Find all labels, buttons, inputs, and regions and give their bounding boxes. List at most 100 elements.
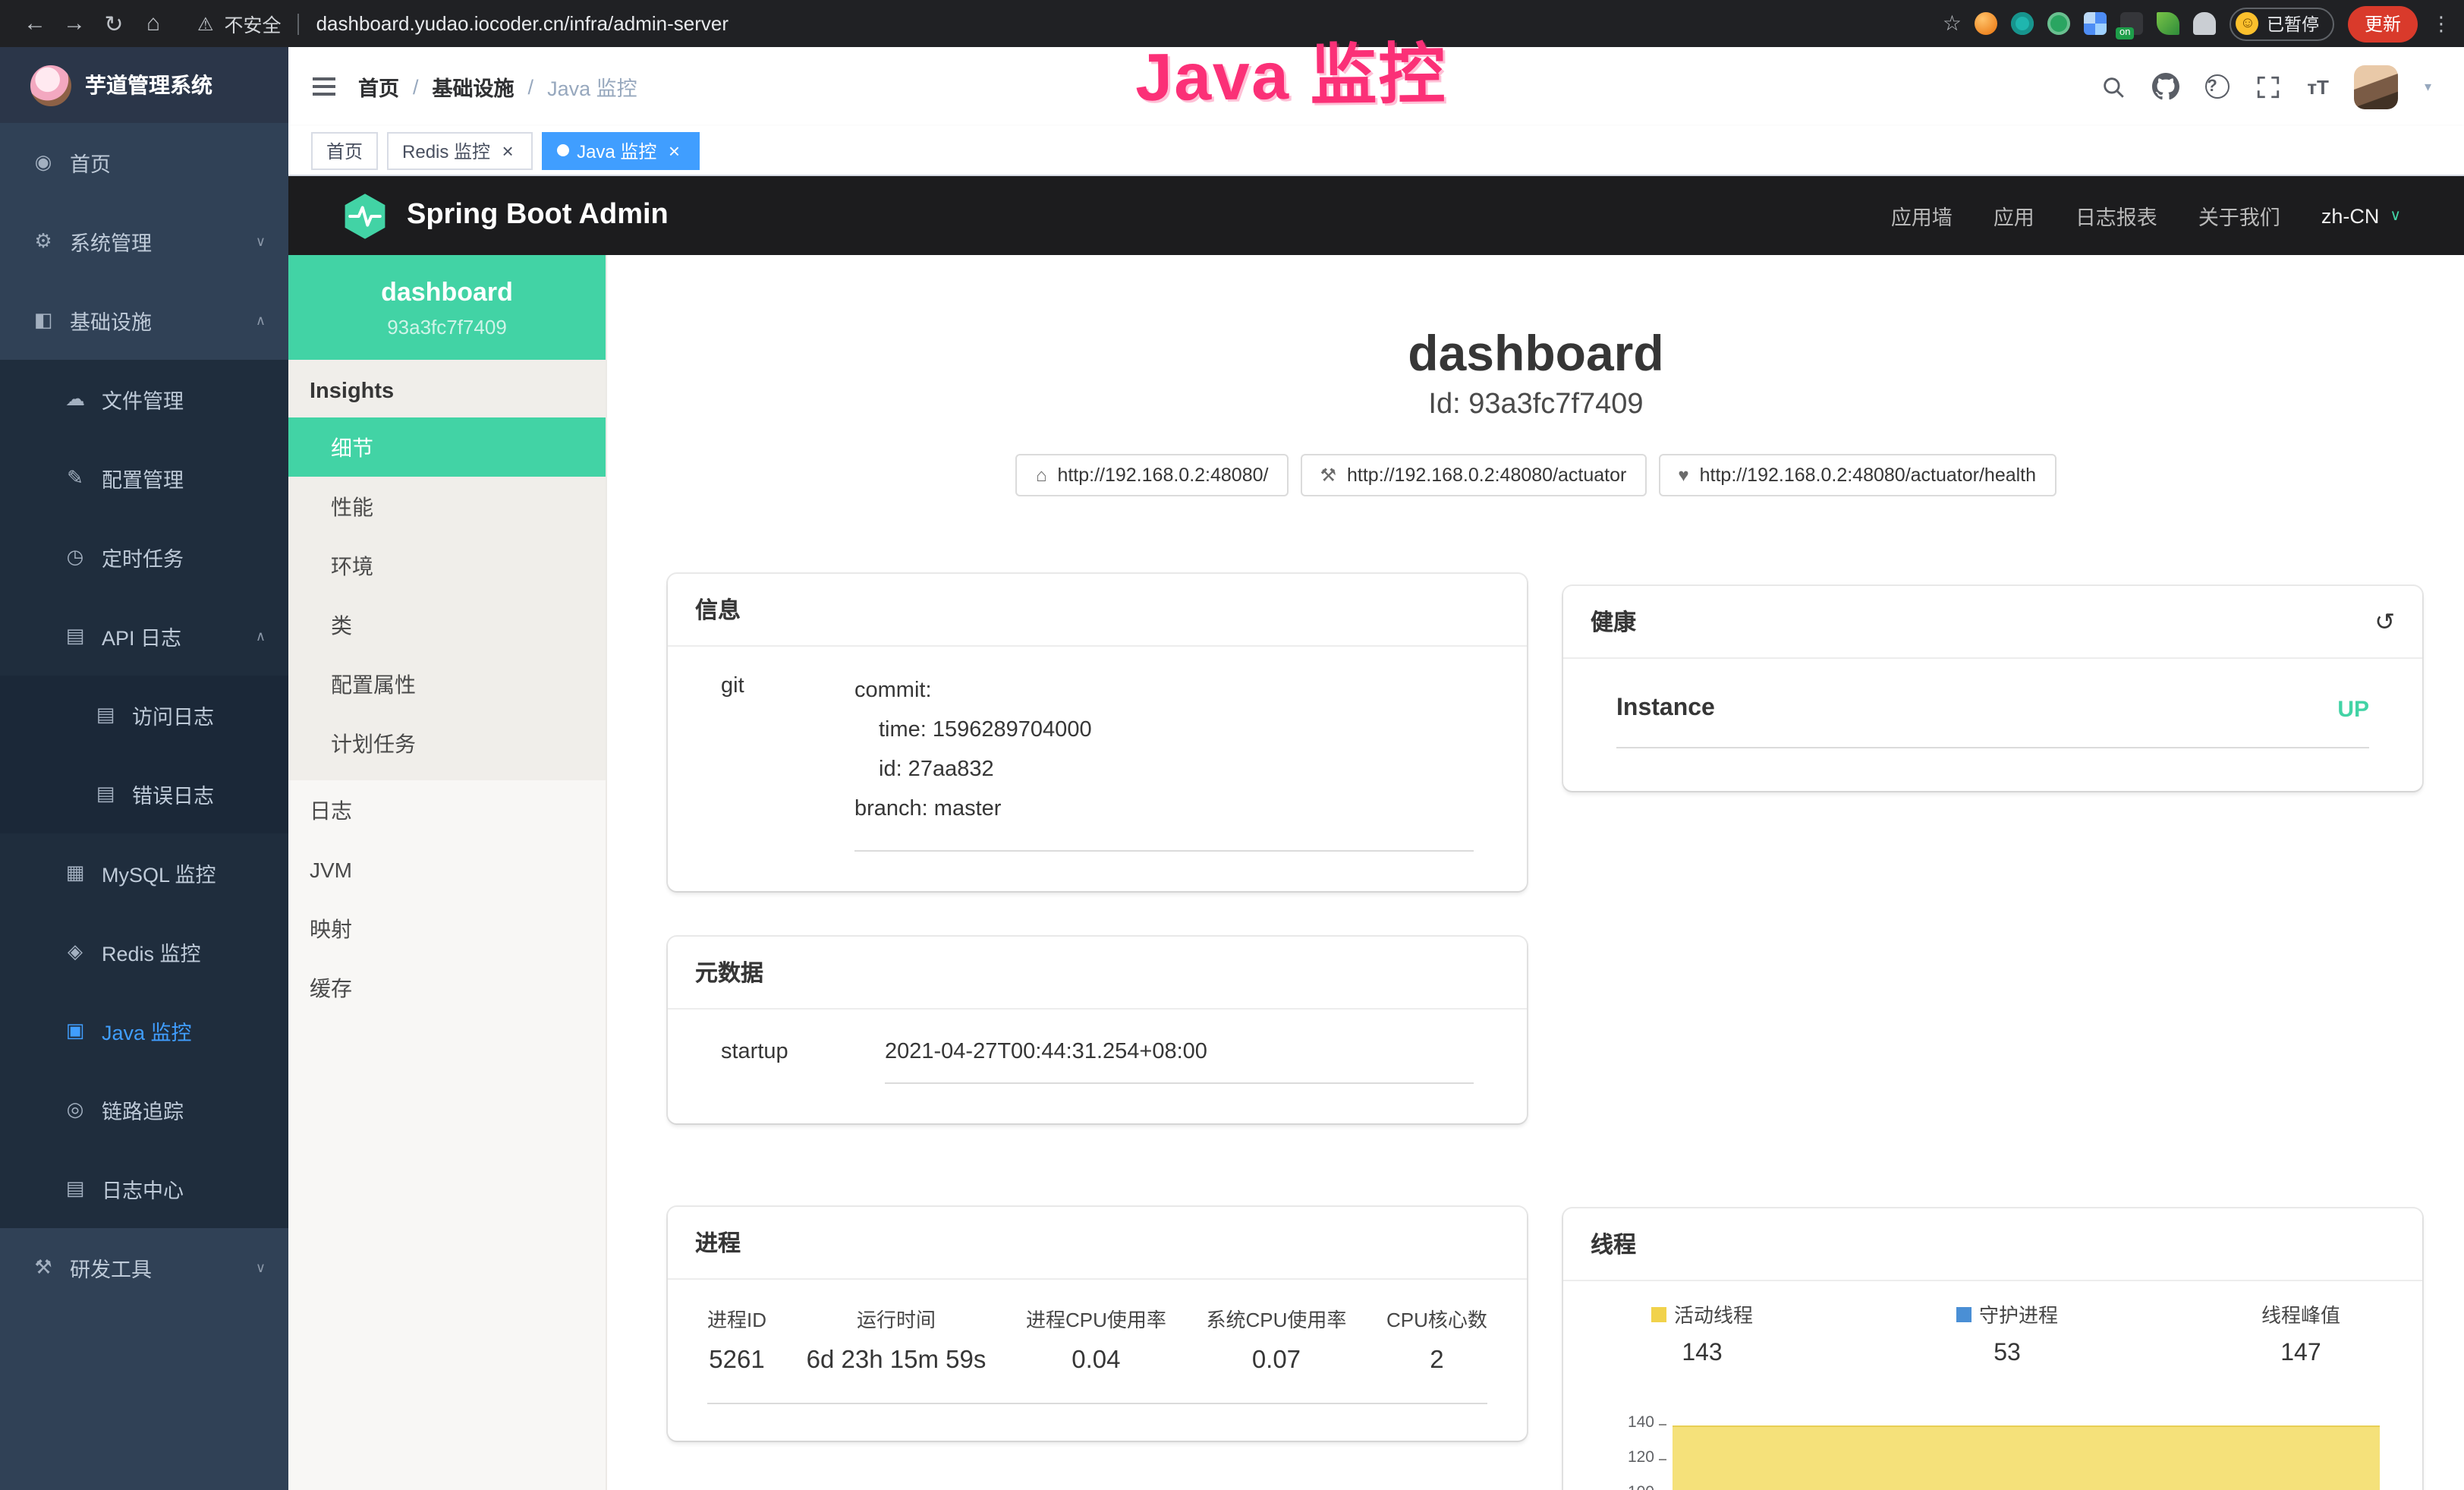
extension-icon-2[interactable] — [2012, 12, 2034, 35]
sidebar-item-label: 研发工具 — [70, 1252, 152, 1283]
screen: ← → ↻ ⌂ ⚠ 不安全 dashboard.yudao.iocoder.cn… — [0, 0, 2464, 1490]
sba-content: dashboard Id: 93a3fc7f7409 ⌂ http://192.… — [607, 255, 2464, 1490]
browser-back-icon[interactable]: ← — [15, 11, 55, 36]
history-icon[interactable]: ↺ — [2374, 606, 2395, 637]
search-icon[interactable] — [2101, 74, 2126, 99]
extension-icon-3[interactable] — [2048, 12, 2071, 35]
sba-item-details[interactable]: 细节 — [288, 417, 606, 477]
sba-item-jvm[interactable]: JVM — [288, 840, 606, 899]
sba-instance-block[interactable]: dashboard 93a3fc7f7409 — [288, 255, 606, 360]
sba-group-title: Insights — [288, 360, 606, 417]
sba-locale-select[interactable]: zh-CN ∨ — [2321, 204, 2401, 227]
sidebar-item-api-log[interactable]: ▤ API 日志 ∧ — [0, 597, 288, 676]
tab-redis-monitor[interactable]: Redis 监控 × — [387, 131, 533, 169]
close-icon[interactable]: × — [498, 139, 518, 162]
extension-icon-1[interactable] — [1975, 12, 1998, 35]
sidebar-item-java-monitor[interactable]: ▣ Java 监控 — [0, 991, 288, 1070]
metric-label: 运行时间 — [807, 1304, 987, 1333]
legend-entry: 线程峰值 — [2261, 1299, 2340, 1328]
sidebar-item-dev-tools[interactable]: ⚒ 研发工具 ∨ — [0, 1228, 288, 1307]
app-logo[interactable]: 芋道管理系统 — [0, 47, 288, 123]
sidebar-item-infra[interactable]: ◧ 基础设施 ∧ — [0, 281, 288, 360]
tab-home[interactable]: 首页 — [311, 131, 378, 169]
sba-item-config-props[interactable]: 配置属性 — [288, 654, 606, 713]
sidebar-item-error-log[interactable]: ▤ 错误日志 — [0, 754, 288, 833]
bookmark-star-icon[interactable]: ☆ — [1943, 11, 1962, 36]
avatar-caret-icon[interactable]: ▾ — [2425, 78, 2431, 95]
extension-on-badge: on — [2116, 27, 2133, 39]
sba-item-loggers[interactable]: 日志 — [288, 780, 606, 840]
github-icon[interactable] — [2152, 73, 2179, 100]
sba-brand-title[interactable]: Spring Boot Admin — [407, 199, 669, 232]
breadcrumb-home[interactable]: 首页 — [358, 71, 399, 102]
sba-item-metrics[interactable]: 性能 — [288, 477, 606, 536]
address-url[interactable]: dashboard.yudao.iocoder.cn/infra/admin-s… — [316, 12, 729, 35]
chevron-up-icon: ∧ — [256, 628, 266, 644]
sidebar-item-file-manage[interactable]: ☁ 文件管理 — [0, 360, 288, 439]
chrome-menu-icon[interactable]: ⋮ — [2431, 11, 2450, 36]
document-icon: ▤ — [94, 703, 117, 727]
extension-icon-6[interactable] — [2157, 12, 2180, 35]
fullscreen-icon[interactable] — [2255, 74, 2281, 99]
help-icon[interactable]: ? — [2205, 74, 2230, 99]
user-avatar[interactable] — [2355, 65, 2399, 109]
address-bar[interactable]: ⚠ 不安全 dashboard.yudao.iocoder.cn/infra/a… — [197, 9, 729, 38]
text-size-icon[interactable]: тT — [2307, 75, 2329, 98]
health-url-button[interactable]: ♥ http://192.168.0.2:48080/actuator/heal… — [1658, 454, 2056, 496]
sidebar-item-scheduled-jobs[interactable]: ◷ 定时任务 — [0, 518, 288, 597]
extension-icon-4[interactable] — [2085, 12, 2107, 35]
sba-item-caches[interactable]: 缓存 — [288, 958, 606, 1017]
address-divider — [298, 13, 300, 34]
sidebar-item-label: API 日志 — [102, 621, 181, 651]
browser-forward-icon[interactable]: → — [55, 11, 94, 36]
sidebar-item-redis-monitor[interactable]: ◈ Redis 监控 — [0, 912, 288, 991]
sidebar-item-label: 基础设施 — [70, 305, 152, 335]
sidebar-item-label: 定时任务 — [102, 542, 184, 572]
metric-value: 0.04 — [1026, 1347, 1166, 1375]
cloud-icon: ☁ — [64, 387, 87, 411]
info-line: time: 1596289704000 — [854, 710, 1474, 750]
legend-value: 143 — [1651, 1340, 1753, 1368]
metric-label: CPU核心数 — [1386, 1304, 1487, 1333]
process-metrics-row: 进程ID 5261 运行时间 6d 23h 15m 59s 进程CPU使用率 — [707, 1304, 1487, 1404]
metric-value: 6d 23h 15m 59s — [807, 1347, 987, 1375]
security-warning-icon: ⚠ — [197, 13, 214, 34]
security-warning-label[interactable]: 不安全 — [225, 9, 282, 38]
sba-nav-wallboard[interactable]: 应用墙 — [1891, 200, 1953, 231]
browser-reload-icon[interactable]: ↻ — [94, 10, 134, 37]
sidebar-item-mysql-monitor[interactable]: ▦ MySQL 监控 — [0, 833, 288, 912]
close-icon[interactable]: × — [664, 139, 684, 162]
sidebar-item-log-center[interactable]: ▤ 日志中心 — [0, 1149, 288, 1228]
sba-header: Spring Boot Admin 应用墙 应用 日志报表 关于我们 zh-CN… — [288, 176, 2464, 255]
sba-nav-applications[interactable]: 应用 — [1994, 200, 2034, 231]
breadcrumb-infra[interactable]: 基础设施 — [433, 71, 515, 102]
sidebar-item-config-manage[interactable]: ✎ 配置管理 — [0, 439, 288, 518]
sba-item-classes[interactable]: 类 — [288, 595, 606, 654]
sidebar-item-tracing[interactable]: ◎ 链路追踪 — [0, 1070, 288, 1149]
tab-java-monitor[interactable]: Java 监控 × — [542, 131, 699, 169]
github-icon-svg — [2152, 73, 2179, 100]
extension-icon-7[interactable] — [2194, 12, 2217, 35]
sidebar-item-system[interactable]: ⚙ 系统管理 ∨ — [0, 202, 288, 281]
health-card: 健康 ↺ Instance UP — [1563, 586, 2422, 791]
metric-value: 2 — [1386, 1347, 1487, 1375]
legend-value: 147 — [2261, 1340, 2340, 1368]
service-url-button[interactable]: ⌂ http://192.168.0.2:48080/ — [1016, 454, 1289, 496]
chrome-update-button[interactable]: 更新 — [2348, 5, 2418, 42]
metric-cpu-cores: CPU核心数 2 — [1386, 1304, 1487, 1375]
sidebar-toggle-button[interactable] — [288, 47, 349, 126]
sidebar-item-home[interactable]: ◉ 首页 — [0, 123, 288, 202]
sba-nav-journal[interactable]: 日志报表 — [2075, 200, 2157, 231]
actuator-url-button[interactable]: ⚒ http://192.168.0.2:48080/actuator — [1300, 454, 1646, 496]
browser-home-icon[interactable]: ⌂ — [134, 11, 173, 36]
sidebar-item-label: 日志中心 — [102, 1173, 184, 1204]
card-title: 线程 — [1563, 1208, 2422, 1281]
extension-icon-5[interactable]: on — [2121, 12, 2144, 35]
sba-item-scheduled-tasks[interactable]: 计划任务 — [288, 713, 606, 773]
sba-nav-about[interactable]: 关于我们 — [2198, 200, 2280, 231]
legend-peak-threads: 线程峰值 147 — [2261, 1299, 2340, 1368]
sba-item-mappings[interactable]: 映射 — [288, 899, 606, 958]
sidebar-item-access-log[interactable]: ▤ 访问日志 — [0, 676, 288, 754]
profile-paused-badge[interactable]: ☺ 已暂停 — [2230, 7, 2334, 40]
sba-item-environment[interactable]: 环境 — [288, 536, 606, 595]
